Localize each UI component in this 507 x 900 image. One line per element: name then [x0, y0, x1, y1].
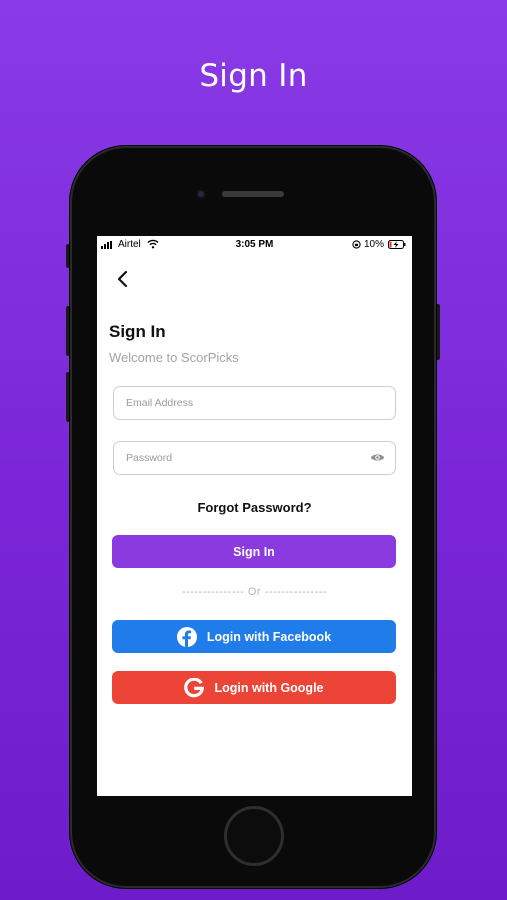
forgot-password-link[interactable]: Forgot Password? — [97, 500, 412, 515]
login-facebook-label: Login with Facebook — [206, 629, 332, 644]
home-button[interactable] — [224, 806, 284, 866]
or-divider: --------------- Or --------------- — [181, 586, 328, 598]
google-icon — [184, 677, 205, 697]
login-google-label: Login with Google — [214, 680, 324, 695]
login-facebook-button[interactable]: Login with Facebook — [112, 620, 396, 653]
eye-icon[interactable] — [370, 452, 385, 463]
sign-in-button[interactable]: Sign In — [112, 535, 396, 568]
marketing-headline: Sign In — [199, 58, 308, 94]
status-bar: Airtel 3:05 PM 10% — [97, 236, 412, 254]
front-camera — [196, 189, 206, 199]
phone-screen: Airtel 3:05 PM 10% Sign In Welcome to Sc… — [97, 236, 412, 796]
page-subtitle: Welcome to ScorPicks — [109, 350, 239, 365]
password-field-container — [113, 441, 396, 475]
orientation-lock-icon — [352, 240, 361, 249]
facebook-icon — [176, 626, 197, 647]
back-chevron-icon[interactable] — [115, 268, 133, 290]
battery-charging-icon — [388, 240, 406, 249]
earpiece-speaker — [222, 191, 284, 197]
battery-percent: 10% — [364, 239, 385, 250]
email-input[interactable] — [114, 387, 395, 419]
password-input[interactable] — [114, 442, 395, 474]
page-title: Sign In — [109, 322, 166, 341]
login-google-button[interactable]: Login with Google — [112, 671, 396, 704]
email-field-container — [113, 386, 396, 420]
sign-in-button-label: Sign In — [233, 544, 275, 559]
